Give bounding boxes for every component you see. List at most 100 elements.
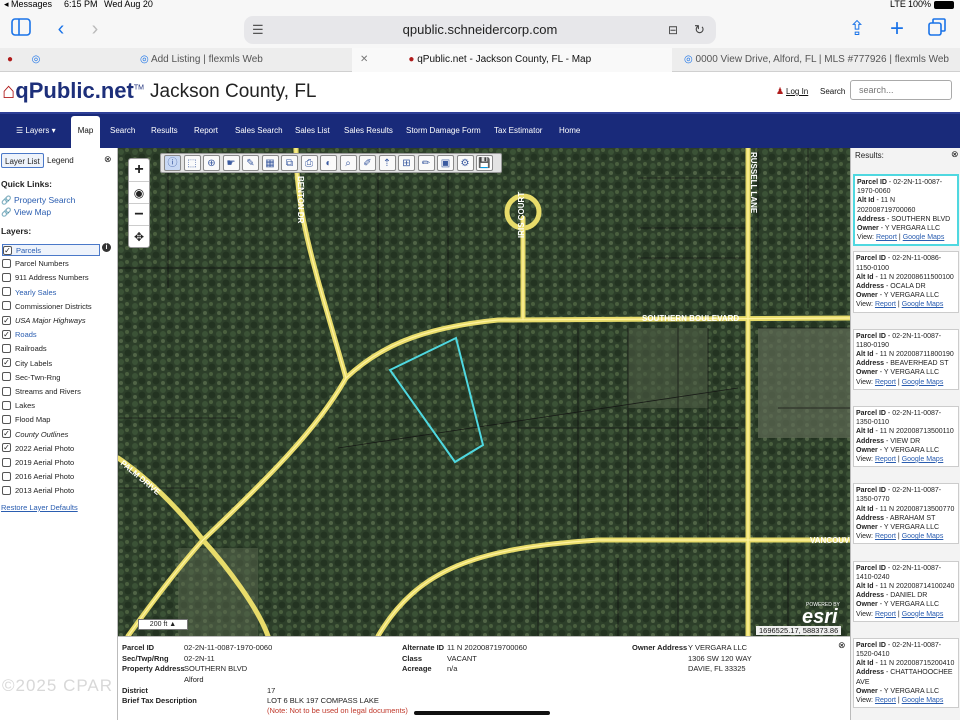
- layer-item[interactable]: ✓ County Outlines: [2, 429, 68, 441]
- layer-checkbox[interactable]: [2, 471, 11, 481]
- close-info-icon[interactable]: ⊗: [838, 640, 846, 651]
- layer-item[interactable]: 2019 Aerial Photo: [2, 457, 74, 469]
- pointer-tool-icon[interactable]: ⇡: [378, 155, 396, 171]
- scale-bar[interactable]: 200 ft ▲: [138, 619, 188, 630]
- login-link[interactable]: Log In: [786, 87, 808, 96]
- layer-checkbox[interactable]: [2, 343, 11, 353]
- google-maps-link[interactable]: Google Maps: [902, 301, 944, 308]
- layer-item[interactable]: ✓ Roads: [2, 329, 37, 341]
- layer-checkbox[interactable]: ✓: [3, 245, 12, 255]
- nav-tax-estimator[interactable]: Tax Estimator: [494, 114, 542, 148]
- google-maps-link[interactable]: Google Maps: [902, 697, 944, 704]
- report-link[interactable]: Report: [876, 234, 897, 241]
- forward-icon[interactable]: ›: [84, 18, 106, 40]
- address-bar[interactable]: ☰ qpublic.schneidercorp.com ⊟ ↻: [244, 16, 716, 44]
- nav-report[interactable]: Report: [194, 114, 218, 148]
- save-tool-icon[interactable]: 💾: [476, 155, 493, 171]
- nav-storm-damage-form[interactable]: Storm Damage Form: [406, 114, 481, 148]
- google-maps-link[interactable]: Google Maps: [902, 533, 944, 540]
- report-link[interactable]: Report: [875, 533, 896, 540]
- map-view[interactable]: BENTON DR IRIS COURT RUSSELL LANE SOUTHE…: [118, 148, 850, 636]
- find-tool-icon[interactable]: ⊞: [398, 155, 415, 171]
- layer-item[interactable]: Parcel Numbers: [2, 258, 69, 270]
- layer-item[interactable]: Lakes: [2, 400, 35, 412]
- page-menu-icon[interactable]: ☰: [252, 16, 264, 44]
- report-link[interactable]: Report: [875, 379, 896, 386]
- close-results-icon[interactable]: ⊗: [951, 149, 959, 160]
- grid-tool-icon[interactable]: ▣: [437, 155, 454, 171]
- layer-item[interactable]: Sec-Twn-Rng: [2, 372, 60, 384]
- layer-checkbox[interactable]: [2, 414, 11, 424]
- layer-checkbox[interactable]: [2, 457, 11, 467]
- bookmark-tool-icon[interactable]: ▦: [261, 155, 279, 171]
- qpublic-logo[interactable]: ⌂qPublic.netTM: [2, 78, 144, 104]
- nav-results[interactable]: Results: [151, 114, 178, 148]
- pinned-tab-icon[interactable]: ●: [0, 48, 20, 72]
- layer-item[interactable]: Commissioner Districts: [2, 301, 92, 313]
- layer-item[interactable]: Streams and Rivers: [2, 386, 81, 398]
- close-tab-icon[interactable]: ✕: [360, 54, 368, 65]
- search-map-tool-icon[interactable]: ⌕: [339, 155, 357, 171]
- result-card[interactable]: Parcel ID - 02-2N-11-0087-1350-0770 Alt I…: [853, 483, 959, 545]
- tabs-overview-icon[interactable]: [926, 18, 948, 40]
- nav-layers[interactable]: ☰ Layers ▾: [16, 114, 56, 148]
- layer-checkbox[interactable]: ✓: [2, 443, 11, 453]
- layer-checkbox[interactable]: ✓: [2, 315, 11, 325]
- aerial-map[interactable]: BENTON DR IRIS COURT RUSSELL LANE SOUTHE…: [118, 148, 850, 636]
- back-icon[interactable]: ‹: [50, 18, 72, 40]
- layer-item[interactable]: 911 Address Numbers: [2, 272, 89, 284]
- info-tool-icon[interactable]: ⓘ: [164, 155, 181, 171]
- google-maps-link[interactable]: Google Maps: [902, 456, 944, 463]
- layer-item[interactable]: Yearly Sales: [2, 287, 56, 299]
- select-tool-icon[interactable]: ⬚: [183, 155, 201, 171]
- tab-mls-listing[interactable]: ◎ 0000 View Drive, Alford, FL | MLS #777…: [684, 48, 960, 72]
- measure-tool-icon[interactable]: ✎: [242, 155, 259, 171]
- site-search-input[interactable]: [850, 80, 952, 100]
- layers-tool-icon[interactable]: ⧉: [281, 155, 298, 171]
- home-indicator[interactable]: [414, 711, 550, 715]
- pencil-tool-icon[interactable]: ✏: [417, 155, 435, 171]
- layer-item[interactable]: ✓ City Labels: [2, 358, 52, 370]
- nav-map[interactable]: Map: [71, 116, 100, 148]
- globe-icon[interactable]: ◉: [129, 181, 149, 203]
- tab-layer-list[interactable]: Layer List: [1, 153, 44, 168]
- pinned-tab-icon-2[interactable]: ◎: [26, 48, 46, 72]
- zoom-box-tool-icon[interactable]: ⊕: [203, 155, 220, 171]
- info-icon[interactable]: i: [102, 243, 111, 252]
- layer-item[interactable]: Railroads: [2, 343, 47, 355]
- report-link[interactable]: Report: [875, 456, 896, 463]
- pan-tool-icon[interactable]: ☛: [222, 155, 240, 171]
- share-icon[interactable]: ⇪: [846, 18, 868, 40]
- sidebar-icon[interactable]: [10, 18, 32, 40]
- layer-checkbox[interactable]: ✓: [2, 429, 11, 439]
- nav-sales-search[interactable]: Sales Search: [235, 114, 283, 148]
- tab-legend[interactable]: Legend: [44, 153, 77, 168]
- zoom-in-button[interactable]: +: [129, 159, 149, 181]
- tab-add-listing[interactable]: ◎ Add Listing | flexmls Web: [140, 48, 350, 72]
- draw-tool-icon[interactable]: ✐: [359, 155, 376, 171]
- result-card[interactable]: Parcel ID - 02-2N-11-0087-1520-0410 Alt I…: [853, 637, 959, 709]
- layer-item[interactable]: 2013 Aerial Photo: [2, 485, 74, 497]
- nav-sales-results[interactable]: Sales Results: [344, 114, 393, 148]
- layer-checkbox[interactable]: ✓: [2, 358, 11, 368]
- identify-tool-icon[interactable]: ◐: [320, 155, 337, 171]
- layer-checkbox[interactable]: [2, 400, 11, 410]
- layer-checkbox[interactable]: [2, 258, 11, 268]
- property-search-link[interactable]: 🔗 Property Search: [1, 195, 75, 206]
- reload-icon[interactable]: ↻: [694, 16, 705, 44]
- layer-checkbox[interactable]: [2, 301, 11, 311]
- layer-checkbox[interactable]: [2, 287, 11, 297]
- google-maps-link[interactable]: Google Maps: [902, 379, 944, 386]
- layer-checkbox[interactable]: ✓: [2, 329, 11, 339]
- layer-checkbox[interactable]: [2, 386, 11, 396]
- result-card[interactable]: Parcel ID - 02-2N-11-0087-1410-0240 Alt I…: [853, 560, 959, 622]
- nav-search[interactable]: Search: [110, 114, 135, 148]
- tab-qpublic-map[interactable]: ✕ ● qPublic.net - Jackson County, FL - Ma…: [352, 48, 672, 72]
- google-maps-link[interactable]: Google Maps: [902, 611, 944, 618]
- result-card[interactable]: Parcel ID - 02-2N-11-0087-1180-0190 Alt I…: [853, 328, 959, 390]
- result-card[interactable]: Parcel ID - 02-2N-11-0087-1350-0110 Alt I…: [853, 405, 959, 468]
- new-tab-icon[interactable]: +: [886, 17, 908, 41]
- nav-home[interactable]: Home: [559, 114, 580, 148]
- reader-icon[interactable]: ⊟: [668, 16, 678, 44]
- nav-sales-list[interactable]: Sales List: [295, 114, 330, 148]
